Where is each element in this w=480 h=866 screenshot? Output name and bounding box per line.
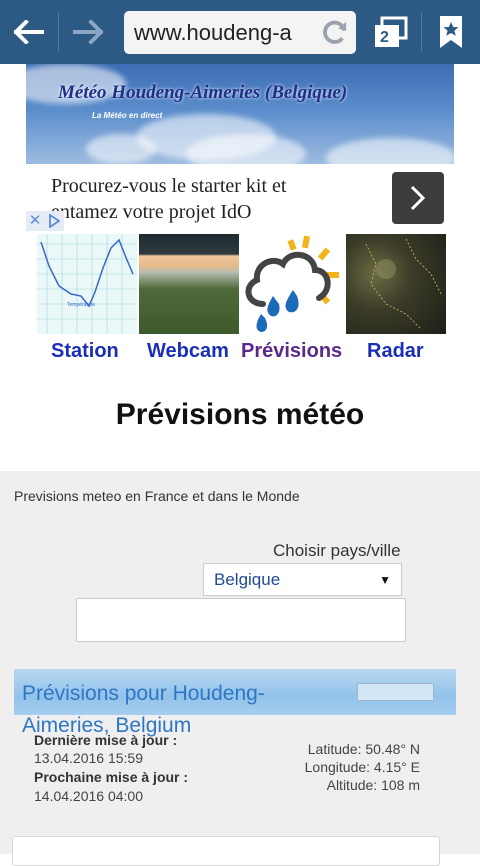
forecast-header-box[interactable] [357, 683, 434, 701]
next-update-label: Prochaine mise à jour : [34, 769, 189, 785]
longitude-text: Longitude: 4.15° E [304, 759, 420, 775]
url-text: www.houdeng-a [134, 19, 292, 45]
last-update-label: Dernière mise à jour : [34, 732, 178, 748]
nav-previsions-link[interactable]: Prévisions [241, 340, 342, 363]
reload-icon[interactable] [319, 17, 350, 48]
nav-radar-link[interactable]: Radar [367, 340, 424, 363]
tabs-button[interactable]: 2 [372, 16, 410, 50]
next-update-value: 14.04.2016 04:00 [34, 788, 143, 804]
cloud-decoration [186, 134, 306, 164]
page-title: Prévisions météo [115, 398, 365, 431]
webcam-thumbnail[interactable] [139, 234, 239, 334]
latitude-text: Latitude: 50.48° N [307, 741, 420, 757]
toolbar-divider [421, 12, 422, 52]
cloud-decoration [86, 134, 156, 164]
url-bar[interactable]: www.houdeng-a [124, 11, 356, 54]
city-input[interactable] [76, 598, 406, 642]
forecast-widget: Previsions meteo en France et dans le Mo… [0, 471, 480, 854]
cloud-decoration [326, 138, 454, 164]
station-graph-icon: Température [37, 234, 137, 334]
advertisement[interactable]: Procurez-vous le starter kit et entamez … [26, 164, 454, 230]
bookmark-star-icon [440, 16, 462, 48]
altitude-text: Altitude: 108 m [326, 777, 420, 793]
forecast-day-card[interactable] [12, 836, 440, 866]
country-select-value: Belgique [214, 569, 281, 589]
chevron-right-icon [410, 185, 426, 211]
forward-arrow-icon [73, 20, 103, 44]
radar-thumbnail[interactable] [346, 234, 446, 334]
banner-subtitle: La Météo en direct [92, 111, 163, 120]
choose-location-label: Choisir pays/ville [273, 541, 401, 560]
rain-cloud-sun-icon [245, 235, 339, 332]
ad-open-button[interactable] [392, 172, 444, 224]
ad-choices[interactable]: ✕ [26, 211, 64, 231]
station-thumbnail[interactable]: Température [37, 234, 137, 334]
tab-count: 2 [380, 29, 389, 46]
radar-map-icon [365, 238, 442, 330]
ad-text: Procurez-vous le starter kit et entamez … [51, 175, 287, 223]
forward-button[interactable] [59, 0, 117, 64]
adchoices-icon[interactable] [44, 211, 64, 231]
svg-text:Température: Température [67, 302, 95, 308]
bookmark-button[interactable] [437, 14, 465, 50]
nav-station-link[interactable]: Station [51, 340, 119, 363]
back-button[interactable] [0, 0, 58, 64]
banner-title: Météo Houdeng-Aimeries (Belgique) [58, 82, 348, 103]
last-update-value: 13.04.2016 15:59 [34, 750, 143, 766]
tabs-icon [375, 16, 408, 47]
dropdown-arrow-icon: ▼ [379, 573, 391, 587]
nav-webcam-link[interactable]: Webcam [147, 340, 229, 363]
country-select[interactable]: Belgique ▼ [203, 563, 402, 596]
site-banner[interactable]: Météo Houdeng-Aimeries (Belgique) La Mét… [26, 64, 454, 164]
forecast-thumbnail[interactable] [241, 234, 343, 334]
widget-intro: Previsions meteo en France et dans le Mo… [14, 488, 300, 504]
back-arrow-icon [14, 20, 44, 44]
ad-close-icon[interactable]: ✕ [26, 211, 44, 231]
